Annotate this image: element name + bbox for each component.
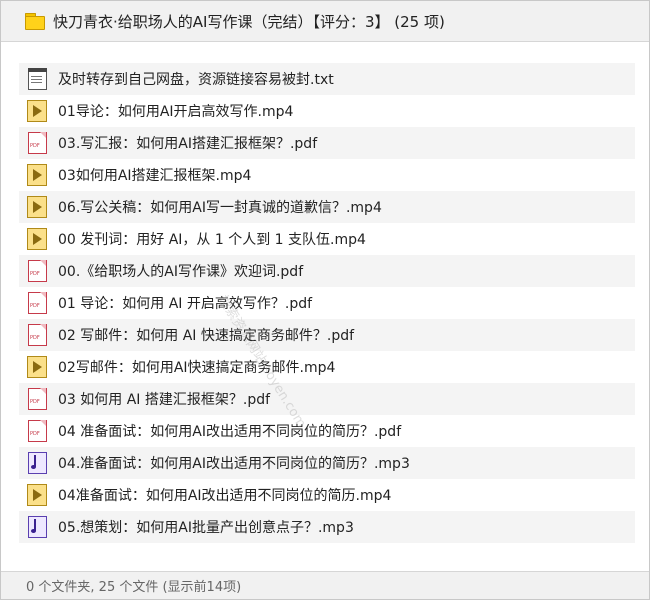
file-name: 03.写汇报：如何用AI搭建汇报框架？.pdf bbox=[58, 136, 318, 152]
pdf-file-icon: PDF bbox=[27, 420, 47, 442]
video-file-icon bbox=[27, 100, 47, 122]
file-name: 01导论：如何用AI开启高效写作.mp4 bbox=[58, 104, 294, 120]
file-row[interactable]: 01导论：如何用AI开启高效写作.mp4 bbox=[19, 95, 635, 127]
file-name: 及时转存到自己网盘，资源链接容易被封.txt bbox=[58, 72, 334, 88]
status-text: 0 个文件夹, 25 个文件 (显示前14项) bbox=[26, 580, 242, 595]
file-row[interactable]: 04准备面试：如何用AI改出适用不同岗位的简历.mp4 bbox=[19, 479, 635, 511]
file-name: 02 写邮件：如何用 AI 快速搞定商务邮件？.pdf bbox=[58, 328, 355, 344]
pdf-file-icon: PDF bbox=[27, 132, 47, 154]
pdf-file-icon: PDF bbox=[27, 292, 47, 314]
file-name: 06.写公关稿：如何用AI写一封真诚的道歉信？.mp4 bbox=[58, 200, 382, 216]
file-row[interactable]: PDF 00.《给职场人的AI写作课》欢迎词.pdf bbox=[19, 255, 635, 287]
file-name: 02写邮件：如何用AI快速搞定商务邮件.mp4 bbox=[58, 360, 336, 376]
folder-title: 快刀青衣·给职场人的AI写作课（完结）【评分：3】 (25 项) bbox=[53, 12, 445, 31]
file-row[interactable]: PDF 03 如何用 AI 搭建汇报框架？.pdf bbox=[19, 383, 635, 415]
file-row[interactable]: 及时转存到自己网盘，资源链接容易被封.txt bbox=[19, 63, 635, 95]
file-row[interactable]: PDF 01 导论：如何用 AI 开启高效写作？.pdf bbox=[19, 287, 635, 319]
file-name: 00 发刊词：用好 AI，从 1 个人到 1 支队伍.mp4 bbox=[58, 232, 366, 248]
file-name: 03如何用AI搭建汇报框架.mp4 bbox=[58, 168, 252, 184]
file-list-window: 快刀青衣·给职场人的AI写作课（完结）【评分：3】 (25 项) 及时转存到自己… bbox=[0, 0, 650, 600]
folder-icon bbox=[25, 13, 45, 30]
video-file-icon bbox=[27, 228, 47, 250]
file-row[interactable]: 06.写公关稿：如何用AI写一封真诚的道歉信？.mp4 bbox=[19, 191, 635, 223]
file-name: 00.《给职场人的AI写作课》欢迎词.pdf bbox=[58, 264, 304, 280]
file-row[interactable]: 05.想策划：如何用AI批量产出创意点子？.mp3 bbox=[19, 511, 635, 543]
audio-file-icon bbox=[27, 452, 47, 474]
pdf-file-icon: PDF bbox=[27, 260, 47, 282]
file-row[interactable]: PDF 03.写汇报：如何用AI搭建汇报框架？.pdf bbox=[19, 127, 635, 159]
status-bar: 0 个文件夹, 25 个文件 (显示前14项) bbox=[1, 571, 649, 599]
pdf-file-icon: PDF bbox=[27, 388, 47, 410]
file-name: 01 导论：如何用 AI 开启高效写作？.pdf bbox=[58, 296, 313, 312]
video-file-icon bbox=[27, 196, 47, 218]
text-file-icon bbox=[27, 68, 47, 90]
file-name: 05.想策划：如何用AI批量产出创意点子？.mp3 bbox=[58, 520, 354, 536]
pdf-file-icon: PDF bbox=[27, 324, 47, 346]
file-name: 04.准备面试：如何用AI改出适用不同岗位的简历？.mp3 bbox=[58, 456, 410, 472]
file-name: 04 准备面试：如何用AI改出适用不同岗位的简历？.pdf bbox=[58, 424, 402, 440]
file-name: 03 如何用 AI 搭建汇报框架？.pdf bbox=[58, 392, 271, 408]
file-list: 及时转存到自己网盘，资源链接容易被封.txt 01导论：如何用AI开启高效写作.m… bbox=[19, 63, 635, 543]
video-file-icon bbox=[27, 356, 47, 378]
file-row[interactable]: 02写邮件：如何用AI快速搞定商务邮件.mp4 bbox=[19, 351, 635, 383]
file-row[interactable]: PDF 04 准备面试：如何用AI改出适用不同岗位的简历？.pdf bbox=[19, 415, 635, 447]
video-file-icon bbox=[27, 484, 47, 506]
file-row[interactable]: 00 发刊词：用好 AI，从 1 个人到 1 支队伍.mp4 bbox=[19, 223, 635, 255]
file-row[interactable]: PDF 02 写邮件：如何用 AI 快速搞定商务邮件？.pdf bbox=[19, 319, 635, 351]
file-name: 04准备面试：如何用AI改出适用不同岗位的简历.mp4 bbox=[58, 488, 392, 504]
audio-file-icon bbox=[27, 516, 47, 538]
file-row[interactable]: 04.准备面试：如何用AI改出适用不同岗位的简历？.mp3 bbox=[19, 447, 635, 479]
file-row[interactable]: 03如何用AI搭建汇报框架.mp4 bbox=[19, 159, 635, 191]
video-file-icon bbox=[27, 164, 47, 186]
folder-header: 快刀青衣·给职场人的AI写作课（完结）【评分：3】 (25 项) bbox=[1, 1, 649, 42]
